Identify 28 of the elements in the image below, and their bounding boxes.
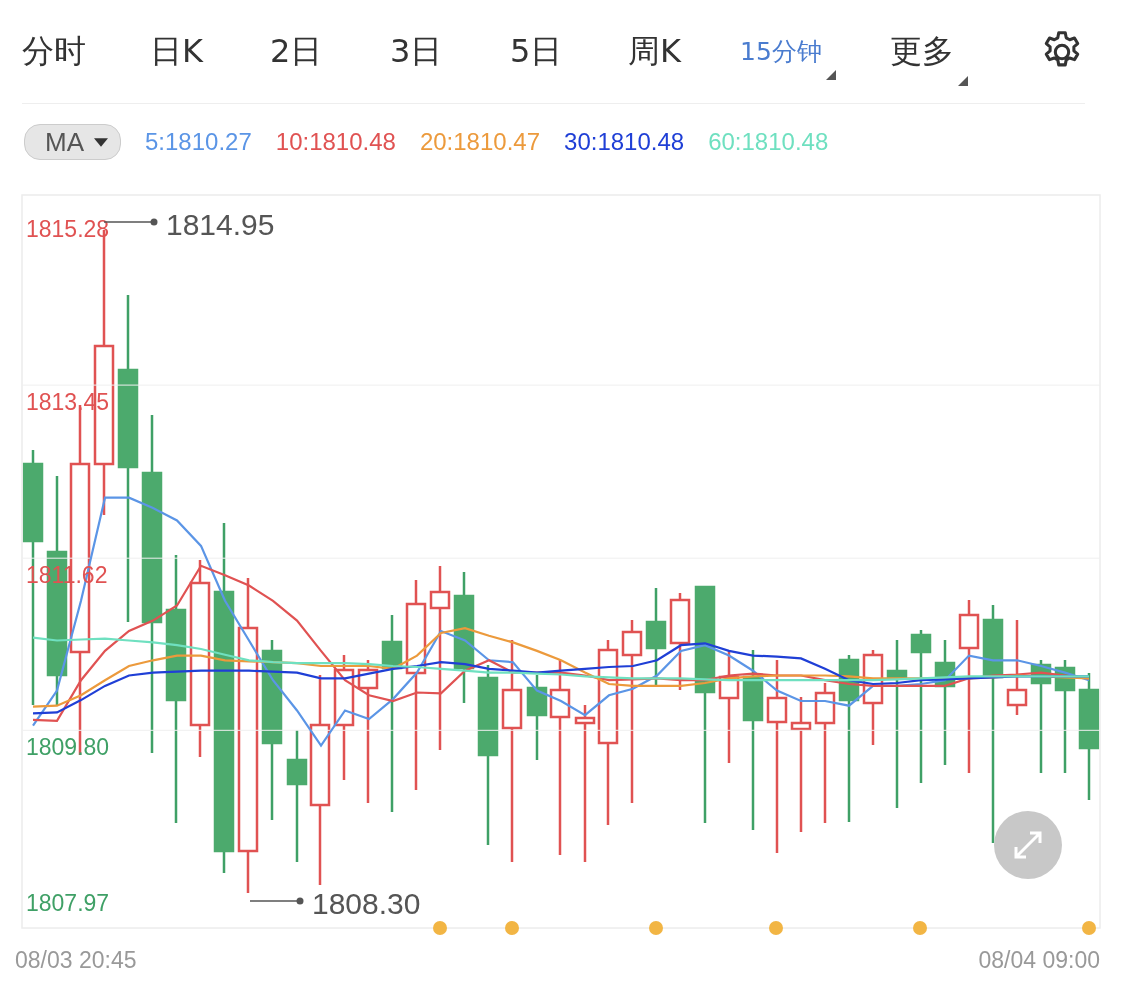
event-dot xyxy=(913,921,927,935)
event-dot xyxy=(649,921,663,935)
period-tab[interactable]: 日K xyxy=(150,29,213,74)
marker-line xyxy=(249,897,304,905)
extreme-price-label: 1808.30 xyxy=(312,887,421,920)
moving-average-value: 30:1810.48 xyxy=(564,128,685,156)
period-tab[interactable]: 15分钟 xyxy=(740,35,832,68)
time-label: 08/04 09:00 xyxy=(978,947,1100,973)
event-dot xyxy=(505,921,519,935)
price-label: 1815.28 xyxy=(26,216,110,242)
event-dot xyxy=(433,921,447,935)
period-tab[interactable]: 5日 xyxy=(510,29,573,74)
time-label: 08/03 20:45 xyxy=(15,947,137,973)
moving-average-value: 5:1810.27 xyxy=(145,128,252,156)
indicator-dropdown[interactable]: MA xyxy=(24,124,121,160)
caret-icon xyxy=(94,137,108,147)
moving-average-value: 10:1810.48 xyxy=(275,128,396,156)
period-tab[interactable]: 分时 xyxy=(22,29,96,74)
moving-average-value: 20:1810.47 xyxy=(419,128,541,156)
event-dot xyxy=(1082,921,1096,935)
moving-average-value: 60:1810.48 xyxy=(708,128,829,156)
price-label: 1807.97 xyxy=(26,890,110,917)
period-tab[interactable]: 更多 xyxy=(890,29,964,74)
period-tab[interactable]: 2日 xyxy=(270,29,333,74)
period-tab[interactable]: 3日 xyxy=(390,29,453,74)
period-tab[interactable]: 周K xyxy=(628,29,691,74)
event-dot xyxy=(769,921,783,935)
extreme-price-label: 1814.95 xyxy=(166,208,275,241)
